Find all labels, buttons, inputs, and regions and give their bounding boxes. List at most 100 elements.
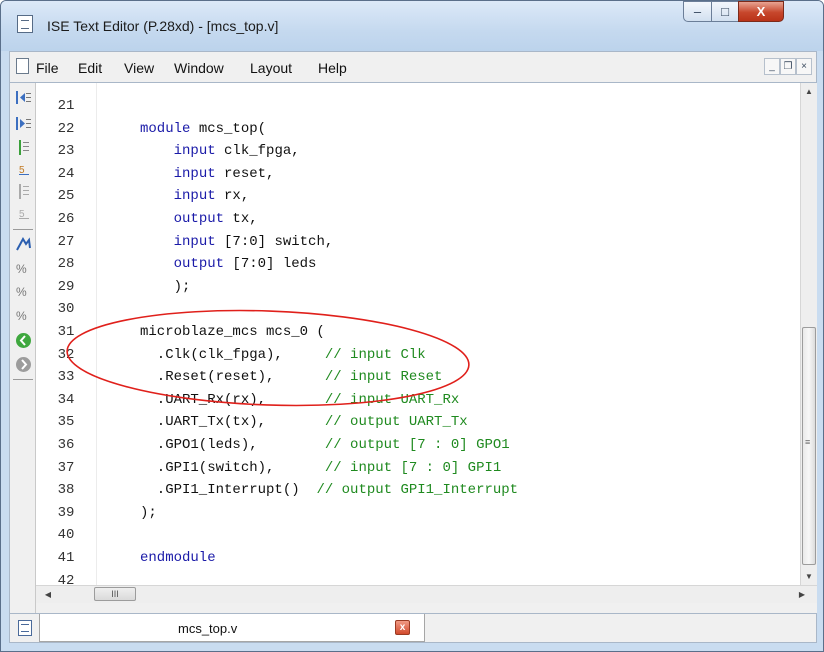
line-number: 27 xyxy=(57,233,75,250)
horizontal-scroll-thumb[interactable]: III xyxy=(94,587,136,601)
code-keyword: output xyxy=(173,256,233,273)
bookmark-next-icon[interactable]: % xyxy=(15,260,32,277)
menu-layout[interactable]: Layout xyxy=(250,60,292,76)
code-line[interactable]: input rx, xyxy=(140,185,250,207)
scroll-down-arrow-icon[interactable]: ▼ xyxy=(801,568,817,585)
menu-help[interactable]: Help xyxy=(318,60,347,76)
window-title: ISE Text Editor (P.28xd) - [mcs_top.v] xyxy=(47,18,279,34)
vertical-scrollbar[interactable]: ▲ ≡ ▼ xyxy=(800,83,817,585)
line-number: 38 xyxy=(57,482,75,499)
menu-edit[interactable]: Edit xyxy=(78,60,102,76)
code-line[interactable]: input reset, xyxy=(140,163,275,185)
svg-text:%: % xyxy=(16,262,27,276)
code-line[interactable]: .GPI1_Interrupt() // output GPI1_Interru… xyxy=(140,479,518,501)
mdi-restore-button[interactable]: ❐ xyxy=(780,58,796,75)
code-line[interactable]: output [7:0] leds xyxy=(140,253,317,275)
code-text: [7:0] leds xyxy=(232,256,317,273)
bookmark-clear-icon[interactable]: % xyxy=(15,307,32,324)
code-text: .UART_Rx(rx), xyxy=(140,391,325,408)
line-number: 26 xyxy=(57,211,75,227)
mdi-minimize-button[interactable]: _ xyxy=(764,58,780,75)
code-text: .Clk(clk_fpga), xyxy=(140,346,325,363)
code-line[interactable]: endmodule xyxy=(140,547,216,569)
minimize-button[interactable]: – xyxy=(683,1,712,22)
line-number: 28 xyxy=(57,256,75,273)
toolbar-separator xyxy=(13,379,33,380)
uncomment-icon[interactable]: 5 xyxy=(15,161,32,178)
bookmark-prev-icon[interactable]: % xyxy=(15,283,32,300)
code-line[interactable]: .GPI1(switch), // input [7 : 0] GPI1 xyxy=(140,457,501,479)
code-line[interactable]: input [7:0] switch, xyxy=(140,231,334,253)
uncomment-block-icon[interactable]: 5 xyxy=(15,205,32,222)
code-text: .GPI1_Interrupt() xyxy=(140,482,317,499)
code-line[interactable]: ); xyxy=(140,502,157,524)
code-keyword: input xyxy=(173,188,225,205)
line-number: 37 xyxy=(57,459,75,476)
menu-view[interactable]: View xyxy=(124,60,154,76)
title-bar[interactable]: ISE Text Editor (P.28xd) - [mcs_top.v] –… xyxy=(1,1,823,51)
code-line[interactable]: .GPO1(leds), // output [7 : 0] GPO1 xyxy=(140,434,510,456)
toolbar-separator xyxy=(13,229,33,230)
code-line[interactable]: microblaze_mcs mcs_0 ( xyxy=(140,321,325,343)
tab-mcs-top[interactable]: mcs_top.v x xyxy=(39,614,425,642)
scroll-up-arrow-icon[interactable]: ▲ xyxy=(801,83,817,100)
maximize-button[interactable]: □ xyxy=(711,1,739,22)
menu-bar: File Edit View Window Layout Help _ ❐ × xyxy=(9,51,817,84)
document-icon[interactable] xyxy=(16,58,29,74)
line-number: 31 xyxy=(57,324,75,340)
vertical-scroll-thumb[interactable]: ≡ xyxy=(802,327,816,565)
code-line[interactable]: output tx, xyxy=(140,208,258,230)
code-keyword: input xyxy=(173,143,225,160)
code-comment: // input [7 : 0] GPI1 xyxy=(324,459,502,476)
code-line[interactable]: .Reset(reset), // input Reset xyxy=(140,366,443,388)
bookmark-toggle-icon[interactable] xyxy=(15,236,32,253)
line-number: 33 xyxy=(57,369,75,386)
code-comment: // input UART_Rx xyxy=(324,391,460,408)
go-back-icon[interactable] xyxy=(15,356,32,373)
tab-close-button[interactable]: x xyxy=(395,620,410,635)
tab-label: mcs_top.v xyxy=(178,621,238,636)
line-number: 24 xyxy=(57,165,75,182)
code-line[interactable]: .UART_Rx(rx), // input UART_Rx xyxy=(140,389,459,411)
document-icon xyxy=(17,15,33,33)
comment-icon[interactable] xyxy=(15,139,32,156)
code-text: [7:0] switch, xyxy=(224,233,334,250)
code-line[interactable]: ); xyxy=(140,276,191,298)
tab-bar-top xyxy=(36,603,817,613)
scroll-right-arrow-icon[interactable]: ▶ xyxy=(794,586,810,603)
editor-window: ISE Text Editor (P.28xd) - [mcs_top.v] –… xyxy=(0,0,824,652)
code-comment: // input Clk xyxy=(324,346,426,363)
indent-left-icon[interactable] xyxy=(15,89,32,106)
scroll-left-arrow-icon[interactable]: ◀ xyxy=(40,586,56,603)
code-line[interactable]: .Clk(clk_fpga), // input Clk xyxy=(140,344,426,366)
close-button[interactable]: X xyxy=(738,1,784,22)
code-comment: // output UART_Tx xyxy=(324,414,468,431)
code-text: ); xyxy=(140,504,157,521)
code-keyword: endmodule xyxy=(140,550,216,566)
horizontal-scrollbar[interactable]: ◀ III ▶ xyxy=(36,585,817,603)
document-icon xyxy=(18,620,32,636)
line-number: 23 xyxy=(57,143,75,160)
go-forward-icon[interactable] xyxy=(15,332,32,349)
code-line[interactable]: input clk_fpga, xyxy=(140,140,300,162)
code-keyword: input xyxy=(173,165,225,182)
code-area[interactable]: module mcs_top( input clk_fpga, input re… xyxy=(96,83,801,585)
code-line[interactable]: module mcs_top( xyxy=(140,118,266,140)
mdi-close-button[interactable]: × xyxy=(796,58,812,75)
code-text: ); xyxy=(140,278,191,295)
line-number: 34 xyxy=(57,391,75,408)
code-editor[interactable]: 21 22 23 24 25 26 27 28 29 30 31 32 33 34 35 36 37 38 39 40… xyxy=(36,83,801,589)
scroll-grip-icon: ≡ xyxy=(805,437,811,447)
editor-toolbar: 5 5 % % % xyxy=(9,83,36,613)
code-line[interactable]: .UART_Tx(tx), // output UART_Tx xyxy=(140,411,468,433)
menu-window[interactable]: Window xyxy=(174,60,224,76)
comment-block-icon[interactable] xyxy=(15,183,32,200)
indent-right-icon[interactable] xyxy=(15,115,32,132)
menu-file[interactable]: File xyxy=(36,60,59,76)
document-tab-bar: mcs_top.v x xyxy=(9,613,817,643)
line-number: 36 xyxy=(57,437,75,453)
